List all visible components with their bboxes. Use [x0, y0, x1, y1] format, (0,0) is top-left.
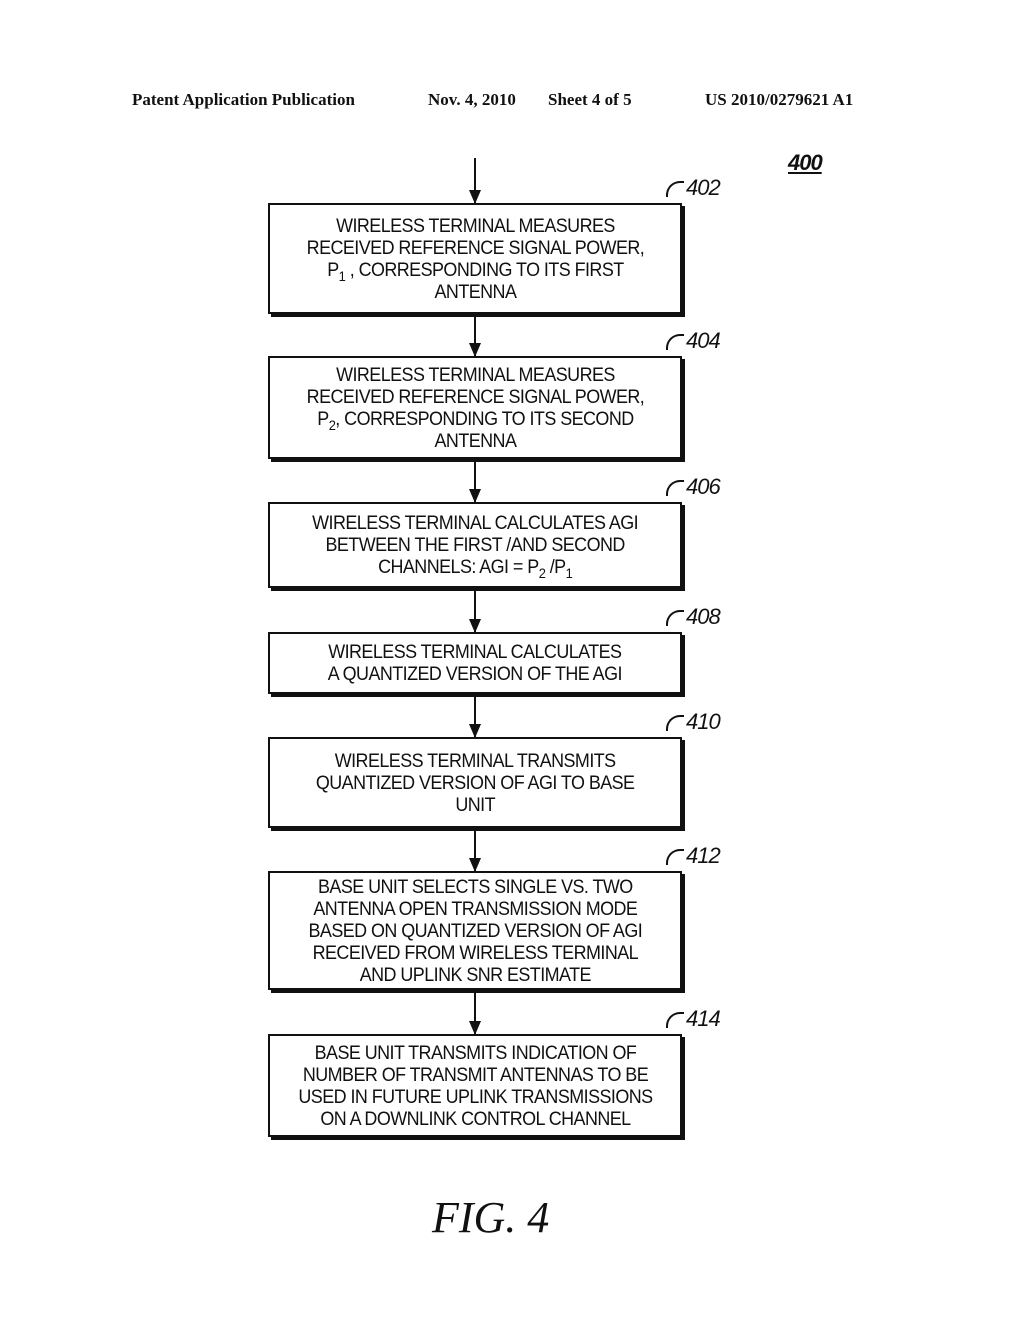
- step-text-408: WIRELESS TERMINAL CALCULATES A QUANTIZED…: [327, 641, 623, 685]
- step-ref-410: 410: [666, 709, 721, 735]
- patent-number: US 2010/0279621 A1: [705, 90, 854, 109]
- flow-arrow: [469, 993, 481, 1035]
- step-text-404: WIRELESS TERMINAL MEASURES RECEIVED REFE…: [306, 363, 644, 452]
- step-ref-412: 412: [666, 843, 721, 869]
- step-text-410: WIRELESS TERMINAL TRANSMITS QUANTIZED VE…: [315, 749, 635, 816]
- flow-arrow: [469, 591, 481, 633]
- flow-arrow: [469, 697, 481, 738]
- publication-label: Patent Application Publication: [132, 90, 355, 109]
- figure-reference-number: 400: [788, 150, 823, 175]
- step-ref-406: 406: [666, 474, 721, 500]
- step-text-414: BASE UNIT TRANSMITS INDICATION OF NUMBER…: [297, 1041, 653, 1130]
- step-box-406: WIRELESS TERMINAL CALCULATES AGI BETWEEN…: [268, 502, 682, 588]
- flow-arrow: [469, 462, 481, 503]
- step-ref-402: 402: [666, 175, 721, 201]
- step-ref-408: 408: [666, 604, 721, 630]
- flow-arrow: [469, 831, 481, 872]
- step-ref-404: 404: [666, 328, 721, 354]
- step-box-404: WIRELESS TERMINAL MEASURES RECEIVED REFE…: [268, 356, 682, 459]
- entry-arrow: [469, 158, 481, 204]
- step-box-408: WIRELESS TERMINAL CALCULATES A QUANTIZED…: [268, 632, 682, 694]
- publication-date: Nov. 4, 2010: [428, 90, 516, 109]
- flow-arrow: [469, 317, 481, 357]
- step-box-402: WIRELESS TERMINAL MEASURES RECEIVED REFE…: [268, 203, 682, 314]
- step-box-410: WIRELESS TERMINAL TRANSMITS QUANTIZED VE…: [268, 737, 682, 828]
- step-box-412: BASE UNIT SELECTS SINGLE VS. TWO ANTENNA…: [268, 871, 682, 990]
- step-ref-414: 414: [666, 1006, 721, 1032]
- sheet-number: Sheet 4 of 5: [548, 90, 632, 109]
- step-text-406: WIRELESS TERMINAL CALCULATES AGI BETWEEN…: [312, 512, 639, 581]
- step-box-414: BASE UNIT TRANSMITS INDICATION OF NUMBER…: [268, 1034, 682, 1137]
- figure-caption: FIG. 4: [432, 1193, 550, 1242]
- page-header: Patent Application Publication Nov. 4, 2…: [0, 90, 1024, 114]
- step-text-402: WIRELESS TERMINAL MEASURES RECEIVED REFE…: [306, 214, 644, 303]
- step-text-412: BASE UNIT SELECTS SINGLE VS. TWO ANTENNA…: [308, 875, 642, 986]
